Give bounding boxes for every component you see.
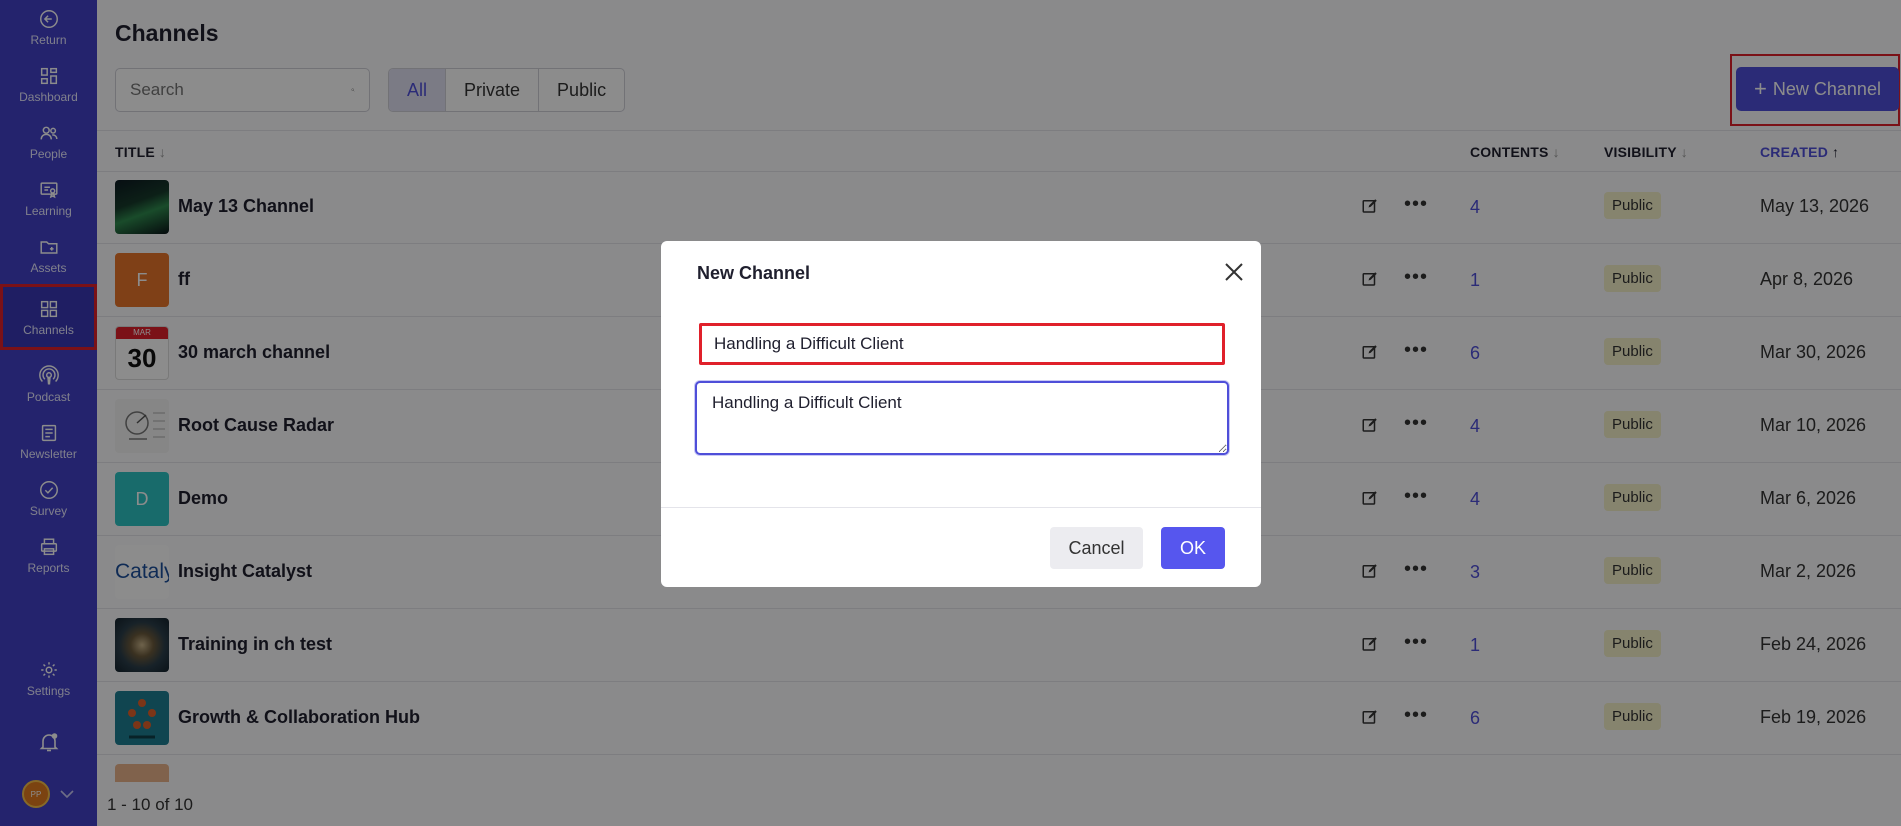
channel-description-textarea[interactable]: Handling a Difficult Client: [695, 381, 1229, 455]
close-icon: [1225, 263, 1243, 281]
cancel-button[interactable]: Cancel: [1050, 527, 1143, 569]
close-button[interactable]: [1223, 261, 1245, 283]
modal-backdrop[interactable]: New Channel Handling a Difficult Client …: [0, 0, 1901, 826]
new-channel-dialog: New Channel Handling a Difficult Client …: [661, 241, 1261, 587]
dialog-title: New Channel: [697, 263, 811, 283]
divider: [661, 507, 1261, 508]
ok-button[interactable]: OK: [1161, 527, 1225, 569]
channel-name-input[interactable]: [699, 323, 1225, 365]
